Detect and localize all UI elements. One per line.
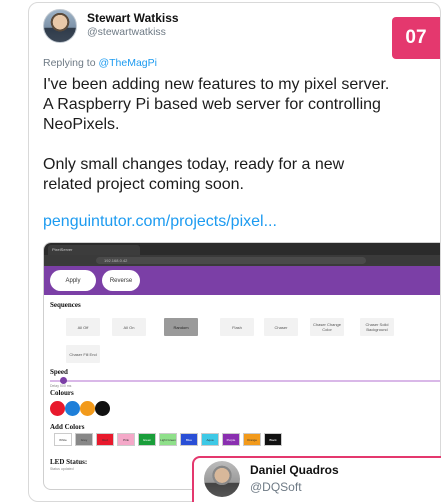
add-colours-heading: Add Colors	[50, 423, 85, 431]
colour-dot	[50, 401, 65, 416]
colour-swatch: Green	[138, 433, 156, 446]
browser-url: 192.168.0.42	[96, 257, 366, 264]
replying-to: Replying to @TheMagPi	[43, 57, 157, 69]
reply-card: Daniel Quadros @DQSoft	[192, 456, 441, 502]
led-status-heading: LED Status:	[50, 458, 88, 466]
colour-swatch: White	[54, 433, 72, 446]
number-badge: 07	[392, 17, 440, 59]
sequence-button: Chaser Solid Background	[360, 318, 394, 336]
sequence-button: Flash	[220, 318, 254, 336]
colour-swatch: Black	[264, 433, 282, 446]
colour-swatch: Aqua	[201, 433, 219, 446]
colour-dot	[95, 401, 110, 416]
speed-slider-handle	[60, 377, 67, 384]
sequence-button: All On	[112, 318, 146, 336]
mention-link[interactable]: @TheMagPi	[98, 57, 157, 69]
colour-swatch: Grey	[75, 433, 93, 446]
browser-tab-strip: PixelServer	[44, 243, 440, 255]
tweet-paragraph-1: I've been adding new features to my pixe…	[43, 76, 390, 133]
sequence-button: Chaser Change Color	[310, 318, 344, 336]
tweet-link[interactable]: penguintutor.com/projects/pixel...	[43, 213, 277, 231]
speed-note: Delay 500 ms	[50, 384, 72, 388]
colour-swatch: Purple	[222, 433, 240, 446]
tweet-body: I've been adding new features to my pixe…	[43, 75, 393, 215]
reply-author-name[interactable]: Daniel Quadros	[250, 463, 339, 477]
reply-author-handle[interactable]: @DQSoft	[250, 480, 302, 494]
sequence-button: All Off	[66, 318, 100, 336]
browser-tab: PixelServer	[48, 245, 140, 255]
colours-heading: Colours	[50, 389, 74, 397]
colour-swatch: Orange	[243, 433, 261, 446]
sequence-button: Chaser	[264, 318, 298, 336]
colour-swatch: Light Green	[159, 433, 177, 446]
replying-prefix: Replying to	[43, 57, 99, 69]
tweet-paragraph-2: Only small changes today, ready for a ne…	[43, 156, 345, 193]
colour-swatch: Red	[96, 433, 114, 446]
led-status-note: Status updated	[50, 467, 74, 471]
browser-address-bar: 192.168.0.42	[44, 255, 440, 266]
sequences-heading: Sequences	[50, 301, 81, 309]
tweet-card: Stewart Watkiss @stewartwatkiss 07 Reply…	[28, 2, 441, 502]
colour-dot	[65, 401, 80, 416]
speed-heading: Speed	[50, 368, 68, 376]
sequence-button: Random	[164, 318, 198, 336]
avatar[interactable]	[43, 9, 77, 43]
colour-swatch: Pink	[117, 433, 135, 446]
reply-avatar[interactable]	[204, 461, 240, 497]
apply-button: Apply	[50, 270, 96, 291]
embedded-screenshot[interactable]: PixelServer 192.168.0.42 Apply Reverse S…	[43, 242, 440, 490]
app-toolbar: Apply Reverse	[44, 266, 440, 295]
sequence-button: Chaser Fill End	[66, 345, 100, 363]
author-name[interactable]: Stewart Watkiss	[87, 11, 179, 25]
author-handle[interactable]: @stewartwatkiss	[87, 26, 166, 38]
colour-swatch: Blue	[180, 433, 198, 446]
speed-slider-track	[50, 380, 440, 382]
reverse-button: Reverse	[102, 270, 140, 291]
colour-dot	[80, 401, 95, 416]
